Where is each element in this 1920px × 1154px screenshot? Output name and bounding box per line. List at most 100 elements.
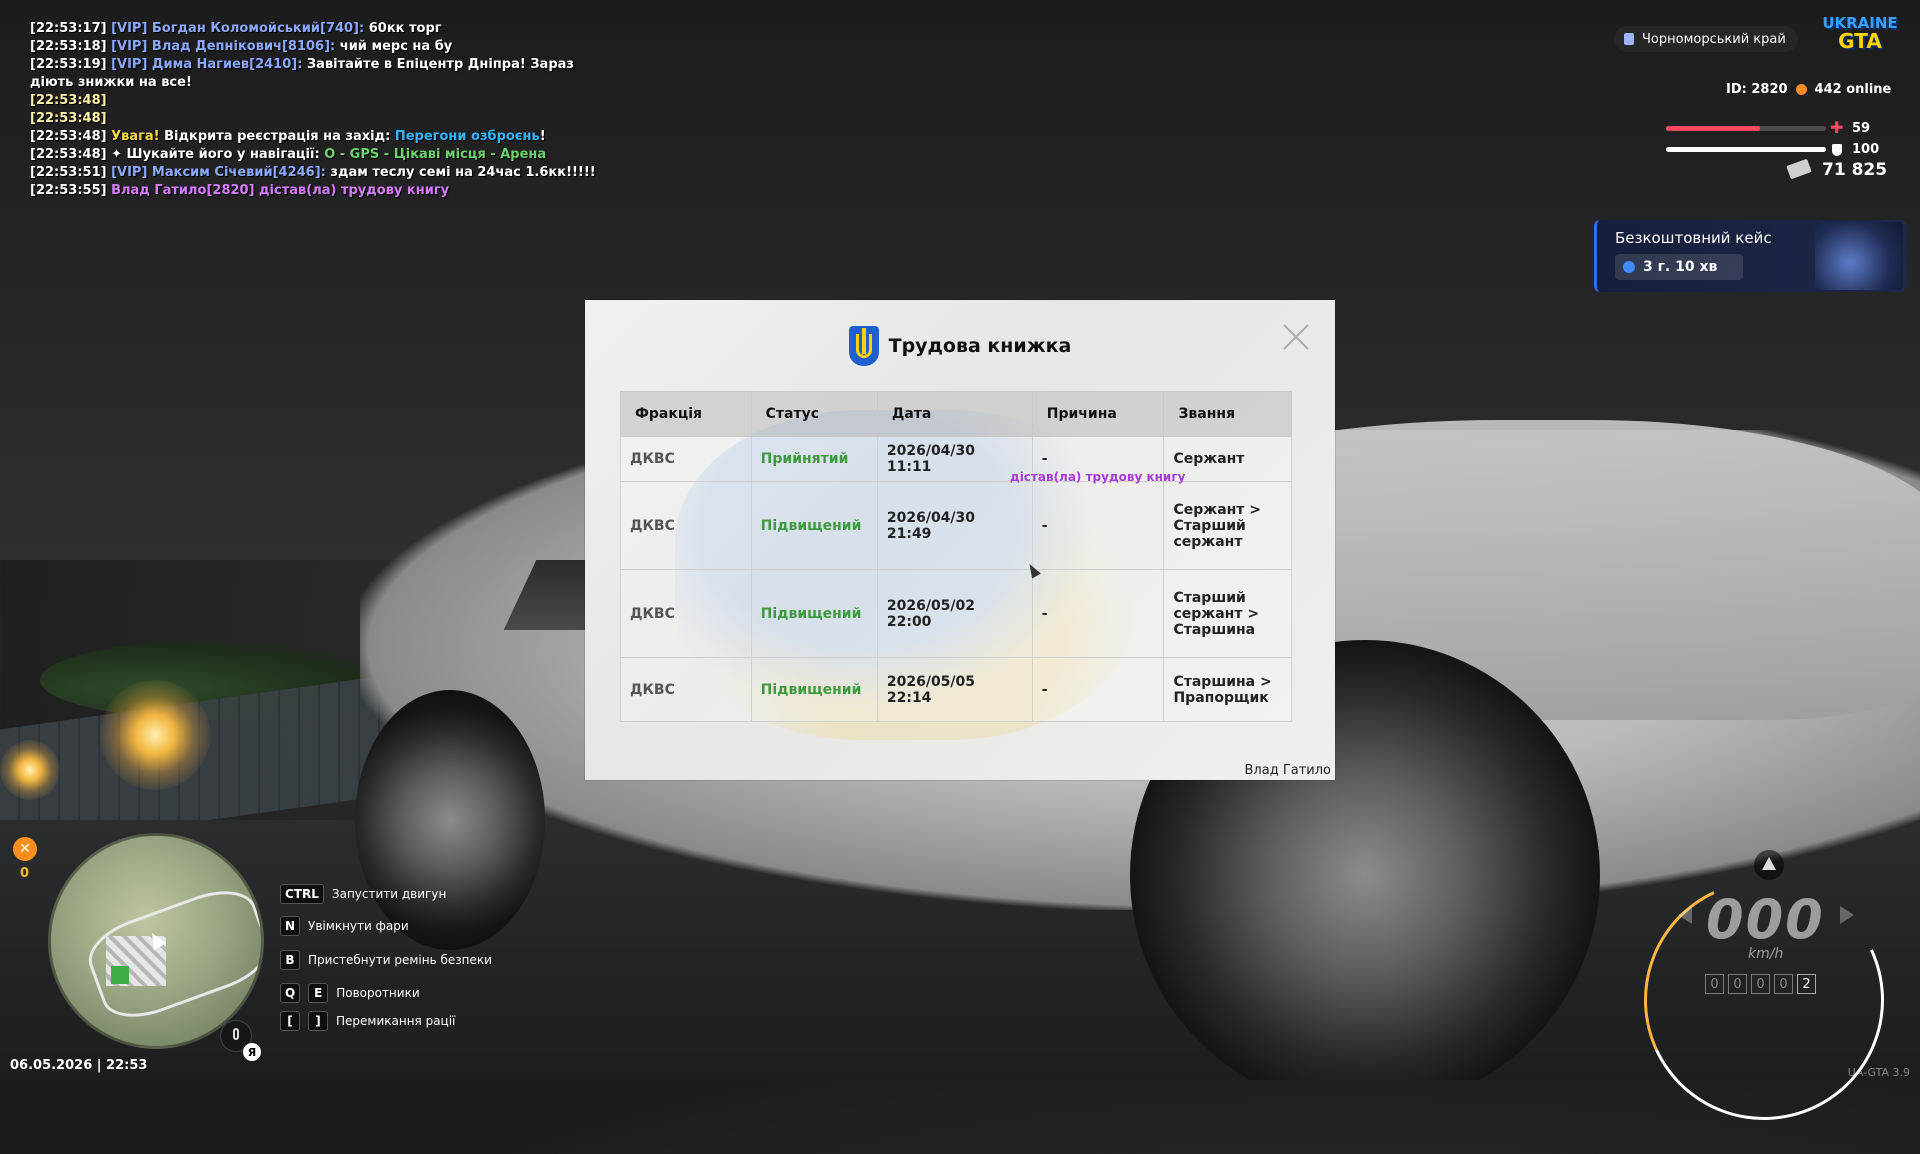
- hint-label: Запустити двигун: [331, 887, 447, 901]
- chat-line: [22:53:19] [VIP] Дима Нагиев[2410]: Заві…: [30, 56, 610, 92]
- speed-value: 000: [1706, 888, 1825, 951]
- region-badge: Чорноморський край: [1614, 26, 1798, 52]
- language-badge: Я: [243, 1043, 261, 1061]
- chat-text: !: [539, 129, 546, 144]
- player-id-line: ID: 2820 442 online: [1726, 82, 1891, 97]
- odometer: 0 0 0 0 2: [1705, 974, 1816, 994]
- key-bracket-left: [: [280, 1011, 300, 1031]
- faction-cell: ДКВС: [620, 481, 752, 570]
- hint-label: Перемикання рації: [336, 1014, 456, 1028]
- column-header: Фракція: [620, 391, 752, 437]
- chat-text: [VIP] Влад Депнікович[8106]:: [106, 39, 336, 54]
- work-book-modal: Трудова книжка Фракція Статус Дата Причи…: [585, 300, 1335, 780]
- chat-timestamp: [22:53:48]: [30, 129, 107, 144]
- status-cell: Підвищений: [750, 657, 878, 722]
- clock-icon: [1623, 261, 1635, 273]
- key-bracket-right: ]: [308, 1011, 328, 1031]
- quest-icon[interactable]: ✕: [13, 837, 37, 861]
- chat-timestamp: [22:53:48]: [30, 93, 107, 108]
- rank-cell: Сержант > Старший сержант: [1163, 481, 1292, 570]
- modal-header: Трудова книжка: [585, 326, 1335, 366]
- work-book-table: Фракція Статус Дата Причина Звання ДКВС …: [620, 391, 1292, 722]
- quest-count: 0: [20, 866, 30, 881]
- table-row: ДКВС Підвищений 2026/04/30 21:49 - Сержа…: [620, 481, 1292, 570]
- chat-text: [VIP] Богдан Коломойський[740]:: [106, 21, 365, 36]
- hint-lights: N Увімкнути фари: [280, 916, 409, 936]
- street-lamp: [100, 680, 210, 790]
- key-q: Q: [280, 983, 301, 1003]
- free-case-widget[interactable]: Безкоштовний кейс 3 г. 10 хв: [1594, 220, 1907, 292]
- key-b: B: [280, 950, 300, 970]
- health-icon: ✚: [1830, 118, 1844, 137]
- chat-line: [22:53:48] Увага! Відкрита реєстрація на…: [30, 128, 610, 146]
- case-time-value: 3 г. 10 хв: [1643, 259, 1718, 275]
- region-icon: [1624, 33, 1634, 45]
- hazard-warning-icon: [1754, 850, 1784, 880]
- chat-line: [22:53:51] [VIP] Максим Січевий[4246]: з…: [30, 164, 610, 182]
- logo-line2: GTA: [1838, 29, 1882, 53]
- hint-turn-signals: Q E Поворотники: [280, 983, 420, 1003]
- chat-timestamp: [22:53:48]: [30, 111, 107, 126]
- health-bar-fill: [1666, 126, 1761, 131]
- key-ctrl: CTRL: [280, 884, 324, 904]
- region-name: Чорноморський край: [1642, 31, 1786, 47]
- chat-timestamp: [22:53:48]: [30, 147, 107, 162]
- rank-cell: Старший сержант > Старшина: [1163, 569, 1292, 658]
- chat-text: [VIP] Максим Січевий[4246]:: [106, 165, 326, 180]
- server-logo: UKRAINE GTA: [1820, 14, 1900, 58]
- minimap-marker: [111, 966, 129, 984]
- chat-timestamp: [22:53:55]: [30, 183, 107, 198]
- hint-label: Пристебнути ремінь безпеки: [308, 953, 492, 967]
- chat-timestamp: [22:53:51]: [30, 165, 107, 180]
- speedometer: 000 km/h 0 0 0 0 2: [1610, 830, 1918, 1154]
- armor-icon: [1832, 144, 1842, 156]
- chat-line: [22:53:48]: [30, 110, 610, 128]
- reason-cell: -: [1031, 569, 1165, 658]
- floating-action-text: дістав(ла) трудову книгу: [1010, 470, 1186, 484]
- case-image: [1815, 222, 1903, 290]
- case-title: Безкоштовний кейс: [1615, 229, 1772, 247]
- chat-timestamp: [22:53:18]: [30, 39, 107, 54]
- car-wheel-rear: [355, 690, 545, 950]
- close-icon[interactable]: [1281, 322, 1311, 352]
- chat-text: Увага!: [106, 129, 160, 144]
- date-time: 06.05.2026 | 22:53: [10, 1058, 148, 1073]
- chat-text: ✦ Шукайте його у навігації:: [106, 147, 325, 162]
- column-header: Причина: [1031, 391, 1165, 437]
- column-header: Статус: [750, 391, 878, 437]
- owner-signature: Влад Гатило: [1244, 763, 1332, 778]
- turn-left-icon: [1678, 906, 1692, 924]
- armor-bar-fill: [1666, 147, 1826, 152]
- key-n: N: [280, 916, 301, 936]
- key-e: E: [308, 983, 329, 1003]
- chat-log: [22:53:17] [VIP] Богдан Коломойський[740…: [30, 20, 610, 200]
- chat-text: 60кк торг: [364, 21, 442, 36]
- player-id: ID: 2820: [1726, 82, 1788, 97]
- chat-timestamp: [22:53:17]: [30, 21, 107, 36]
- chat-text: O - GPS - Цікаві місця - Арена: [324, 147, 547, 162]
- table-row: ДКВС Підвищений 2026/05/05 22:14 - Старш…: [620, 657, 1292, 722]
- chat-text: здам теслу семі на 24час 1.6кк!!!!!: [325, 165, 596, 180]
- status-cell: Підвищений: [750, 481, 878, 570]
- modal-title: Трудова книжка: [888, 335, 1072, 357]
- speed-unit: km/h: [1748, 946, 1784, 962]
- chat-text: Перегони озброєнь: [394, 129, 540, 144]
- chat-text: чий мерс на бу: [335, 39, 453, 54]
- faction-cell: ДКВС: [620, 436, 752, 482]
- street-lamp: [0, 740, 60, 800]
- hint-radio: [ ] Перемикання рації: [280, 1011, 455, 1031]
- rank-cell: Старшина > Прапорщик: [1163, 657, 1292, 722]
- online-count: 442 online: [1814, 82, 1892, 97]
- table-header-row: Фракція Статус Дата Причина Звання: [620, 391, 1292, 437]
- chat-line: [22:53:18] [VIP] Влад Депнікович[8106]: …: [30, 38, 610, 56]
- game-version: UA-GTA 3.9: [1847, 1066, 1910, 1079]
- status-cell: Прийнятий: [750, 436, 878, 482]
- hint-label: Поворотники: [336, 986, 420, 1000]
- chat-text: Влад Гатило[2820] дістав(ла) трудову кни…: [106, 183, 450, 198]
- odometer-digit: 0: [1751, 974, 1770, 994]
- table-row: ДКВС Підвищений 2026/05/02 22:00 - Старш…: [620, 569, 1292, 658]
- armor-value: 100: [1852, 142, 1880, 157]
- chat-line: [22:53:48]: [30, 92, 610, 110]
- money-value: 71 825: [1822, 160, 1888, 180]
- chat-timestamp: [22:53:19]: [30, 57, 107, 72]
